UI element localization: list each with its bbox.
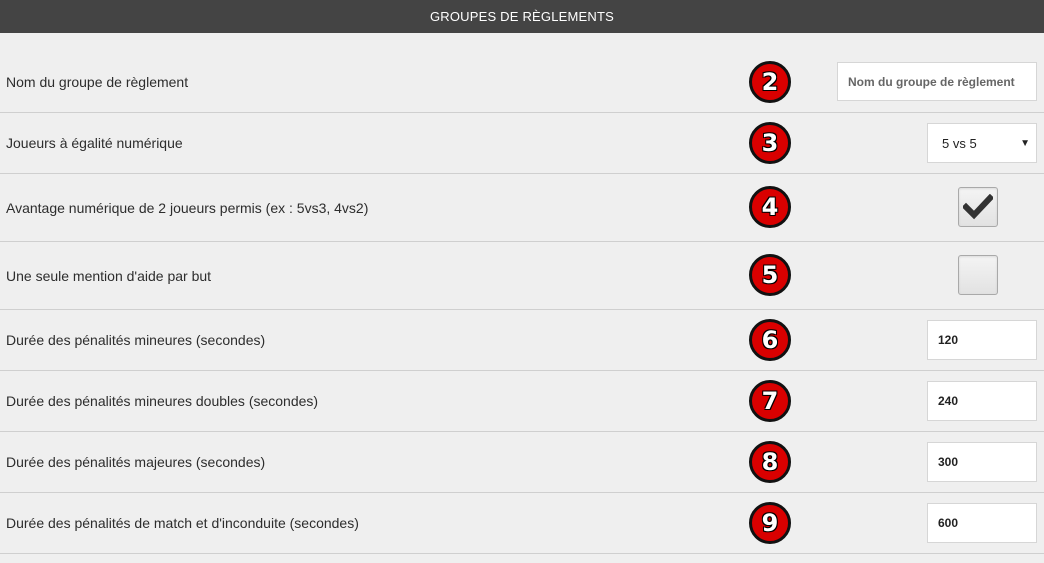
step-badge: 8: [749, 441, 791, 483]
step-badge: 2: [749, 61, 791, 103]
single-assist-checkbox[interactable]: [958, 255, 998, 295]
row-equal-strength: Joueurs à égalité numérique 3 5 vs 5 ▼: [0, 113, 1044, 174]
select-value: 5 vs 5: [942, 135, 977, 151]
equal-strength-select[interactable]: 5 vs 5 ▼: [927, 123, 1037, 163]
row-label: Durée des pénalités mineures (secondes): [6, 332, 266, 348]
row-label: Durée des pénalités mineures doubles (se…: [6, 393, 319, 409]
row-label: Durée des pénalités de match et d'incond…: [6, 515, 359, 531]
row-group-name: Nom du groupe de règlement 2: [0, 52, 1044, 113]
dropdown-arrow-icon: ▼: [1020, 137, 1030, 149]
step-badge: 7: [749, 380, 791, 422]
two-player-advantage-checkbox[interactable]: [958, 187, 998, 227]
step-badge: 9: [749, 502, 791, 544]
row-match-misconduct-penalty: Durée des pénalités de match et d'incond…: [0, 493, 1044, 554]
minor-penalty-input[interactable]: [927, 320, 1037, 360]
row-label: Joueurs à égalité numérique: [6, 135, 183, 151]
row-label: Une seule mention d'aide par but: [6, 267, 212, 284]
row-label: Avantage numérique de 2 joueurs permis (…: [6, 199, 369, 216]
row-major-penalty: Durée des pénalités majeures (secondes) …: [0, 432, 1044, 493]
section-header: GROUPES DE RÈGLEMENTS: [0, 0, 1044, 33]
double-minor-penalty-input[interactable]: [927, 381, 1037, 421]
row-label: Durée des pénalités majeures (secondes): [6, 454, 266, 470]
match-misconduct-penalty-input[interactable]: [927, 503, 1037, 543]
step-badge: 3: [749, 122, 791, 164]
step-badge: 5: [749, 254, 791, 296]
checkmark-icon: [963, 194, 993, 220]
row-double-minor-penalty: Durée des pénalités mineures doubles (se…: [0, 371, 1044, 432]
row-two-player-advantage: Avantage numérique de 2 joueurs permis (…: [0, 174, 1044, 242]
row-minor-penalty: Durée des pénalités mineures (secondes) …: [0, 310, 1044, 371]
major-penalty-input[interactable]: [927, 442, 1037, 482]
group-name-input[interactable]: [837, 62, 1037, 101]
step-badge: 4: [749, 186, 791, 228]
section-title: GROUPES DE RÈGLEMENTS: [429, 9, 615, 24]
step-badge: 6: [749, 319, 791, 361]
row-single-assist: Une seule mention d'aide par but 5: [0, 242, 1044, 310]
row-label: Nom du groupe de règlement: [6, 74, 189, 90]
